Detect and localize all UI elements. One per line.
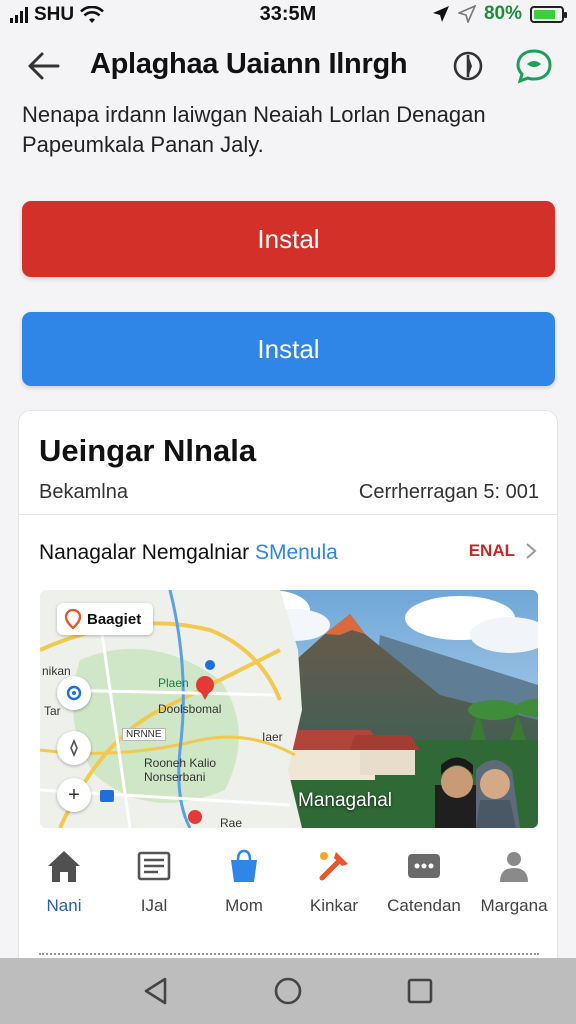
install-button-primary[interactable]: Instal bbox=[22, 201, 555, 277]
chevron-right-icon bbox=[526, 543, 537, 559]
location-arrow-icon bbox=[432, 6, 449, 22]
zoom-in-icon[interactable]: + bbox=[57, 778, 91, 812]
nav-item-home[interactable]: Nani bbox=[19, 846, 109, 926]
map-label: Iaer bbox=[262, 730, 283, 744]
nav-label: Kinkar bbox=[309, 896, 359, 915]
location-outline-icon bbox=[457, 5, 476, 23]
map-search-text: Baagiet bbox=[87, 610, 142, 628]
nav-item-shop[interactable]: Mom bbox=[199, 846, 289, 926]
calendar-icon bbox=[408, 854, 440, 878]
map-label: nikan bbox=[42, 664, 71, 678]
map-row-text: Nanagalar Nemgalniar bbox=[39, 541, 255, 564]
tools-icon bbox=[319, 852, 348, 881]
map-row-label: Nanagalar Nemgalniar SMenula bbox=[39, 541, 338, 565]
document-icon bbox=[137, 851, 171, 881]
system-nav-bar bbox=[0, 958, 576, 1024]
menu-link[interactable]: SMenula bbox=[255, 541, 338, 564]
nav-label: Mom bbox=[225, 896, 263, 915]
arrow-left-icon[interactable] bbox=[24, 48, 64, 84]
bag-icon bbox=[231, 849, 257, 882]
nav-item-document[interactable]: IJal bbox=[109, 846, 199, 926]
map-label: Nonserbani bbox=[144, 770, 206, 784]
battery-icon bbox=[530, 5, 567, 23]
map-label: Doolsbomal bbox=[158, 702, 222, 716]
nav-label: IJal bbox=[140, 896, 168, 915]
locate-icon[interactable] bbox=[57, 676, 91, 710]
map-photo-panel[interactable]: Baagiet nikan Plaen Doolsbomal Iaer Roon… bbox=[40, 590, 538, 828]
page-title: Aplaghaa Uaiann Ilnrgh bbox=[90, 48, 408, 80]
status-bar: SHU 33:5M 80% bbox=[0, 0, 576, 28]
photo-caption: Managahal bbox=[298, 790, 393, 811]
install-button-secondary[interactable]: Instal bbox=[22, 312, 555, 386]
battery-percent: 80% bbox=[483, 3, 522, 24]
map-pin-icon bbox=[65, 609, 81, 629]
home-icon bbox=[48, 851, 80, 882]
row-action-label: ENAL bbox=[468, 541, 515, 560]
nav-label: Margana bbox=[480, 896, 548, 915]
card-meta: Cerrherragan 5: 001 bbox=[358, 481, 539, 503]
map-label: Rooneh Kalio bbox=[144, 756, 217, 770]
nav-item-profile[interactable]: Margana bbox=[469, 846, 557, 926]
back-triangle-icon[interactable] bbox=[141, 976, 171, 1006]
info-card: Ueingar Nlnala Bekamlna Cerrherragan 5: … bbox=[18, 410, 558, 970]
recents-square-icon[interactable] bbox=[405, 976, 435, 1006]
compass-icon[interactable] bbox=[57, 731, 91, 765]
nav-item-tools[interactable]: Kinkar bbox=[289, 846, 379, 926]
nav-label: Nani bbox=[46, 896, 82, 915]
chat-bubble-icon[interactable] bbox=[512, 44, 556, 88]
description-text: Nenapa irdann laiwgan Neaiah Lorlan Dena… bbox=[22, 102, 486, 157]
map-label: Rae bbox=[220, 816, 243, 828]
card-category: Bekamlna bbox=[39, 481, 128, 503]
map-search-pill[interactable]: Baagiet bbox=[57, 603, 154, 635]
card-title: Ueingar Nlnala bbox=[39, 433, 257, 468]
status-right: 80% bbox=[432, 3, 567, 25]
divider bbox=[19, 514, 557, 515]
map-label: Tar bbox=[44, 704, 61, 718]
person-icon bbox=[500, 852, 528, 882]
nav-item-calendar[interactable]: Catendan bbox=[379, 846, 469, 926]
bottom-nav: Nani IJal Mom Kinkar Catendan Margana bbox=[19, 846, 557, 926]
compass-icon[interactable] bbox=[448, 46, 488, 86]
map-label: Plaen bbox=[158, 676, 189, 690]
app-screen: SHU 33:5M 80% Aplaghaa Uaiann Ilnrgh Nen… bbox=[0, 0, 576, 1024]
nav-label: Catendan bbox=[387, 896, 461, 915]
map-label: NRNNE bbox=[122, 728, 166, 741]
home-circle-icon[interactable] bbox=[273, 976, 303, 1006]
app-bar: Aplaghaa Uaiann Ilnrgh bbox=[0, 36, 576, 96]
row-action-button[interactable]: ENAL bbox=[469, 541, 537, 561]
